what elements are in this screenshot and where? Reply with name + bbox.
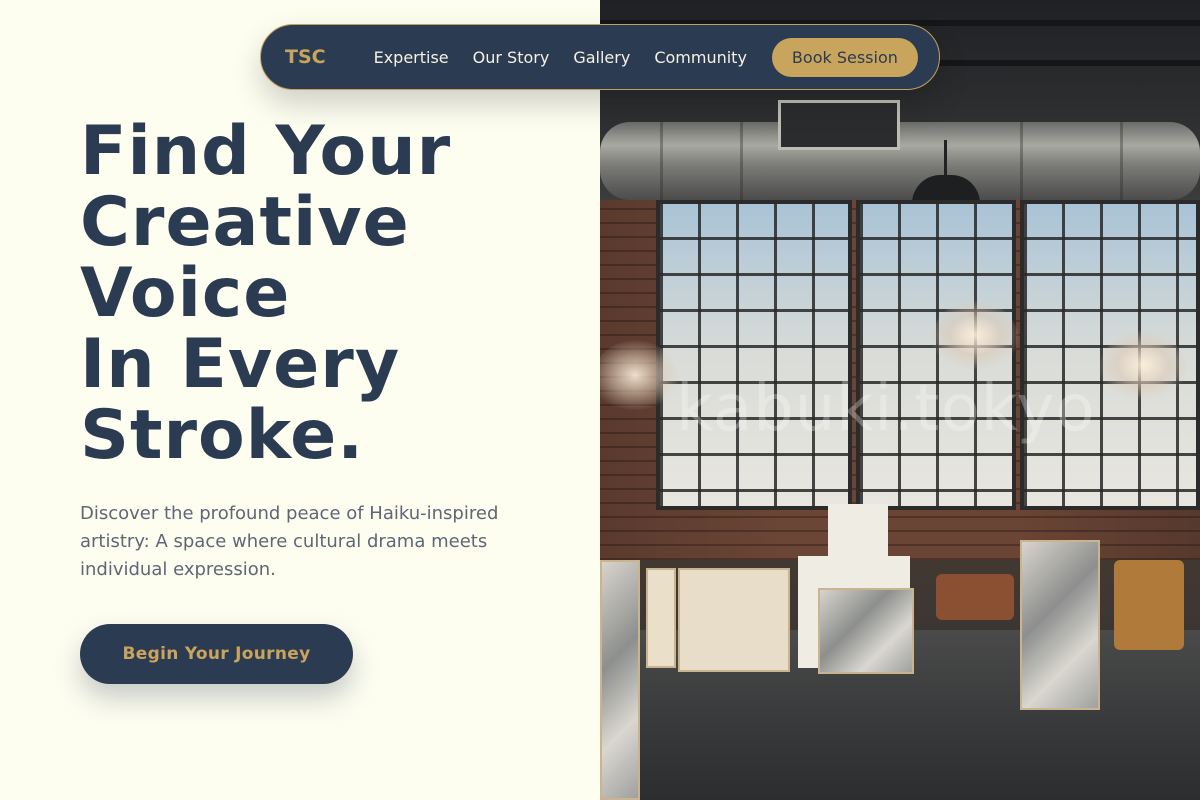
site-logo[interactable]: TSC bbox=[285, 46, 326, 68]
duct-rib bbox=[1020, 122, 1023, 200]
nav-link-gallery[interactable]: Gallery bbox=[573, 48, 630, 67]
canvas-back bbox=[678, 568, 790, 672]
hero-headline: Find Your Creative Voice In Every Stroke… bbox=[80, 116, 580, 471]
duct-rib bbox=[660, 122, 663, 200]
nav-link-community[interactable]: Community bbox=[654, 48, 747, 67]
headline-line: Find Your bbox=[80, 112, 452, 191]
factory-window bbox=[656, 200, 852, 510]
canvas-frame bbox=[646, 568, 676, 668]
painted-canvas bbox=[600, 560, 640, 800]
top-navigation: TSC Expertise Our Story Gallery Communit… bbox=[260, 24, 940, 90]
headline-line: Creative bbox=[80, 183, 410, 262]
canvas-stack bbox=[1020, 540, 1100, 710]
ceiling-vent bbox=[778, 100, 900, 150]
nav-link-expertise[interactable]: Expertise bbox=[374, 48, 449, 67]
lamp-cord bbox=[944, 140, 947, 180]
book-session-button[interactable]: Book Session bbox=[771, 37, 918, 77]
wooden-chair bbox=[1114, 560, 1184, 650]
air-duct bbox=[600, 122, 1200, 200]
armchair bbox=[936, 574, 1014, 620]
begin-journey-button[interactable]: Begin Your Journey bbox=[80, 624, 353, 684]
image-watermark: kabuki.tokyo bbox=[676, 372, 1096, 446]
painted-canvas bbox=[818, 588, 914, 674]
duct-rib bbox=[1120, 122, 1123, 200]
hero-subtext: Discover the profound peace of Haiku-ins… bbox=[80, 503, 499, 580]
headline-line: Voice bbox=[80, 254, 291, 333]
headline-line: Stroke. bbox=[80, 396, 365, 475]
headline-line: In Every bbox=[80, 325, 401, 404]
duct-rib bbox=[740, 122, 743, 200]
nav-link-our-story[interactable]: Our Story bbox=[473, 48, 550, 67]
studio-photo: kabuki.tokyo bbox=[600, 0, 1200, 800]
stacked-canvas bbox=[828, 504, 888, 556]
